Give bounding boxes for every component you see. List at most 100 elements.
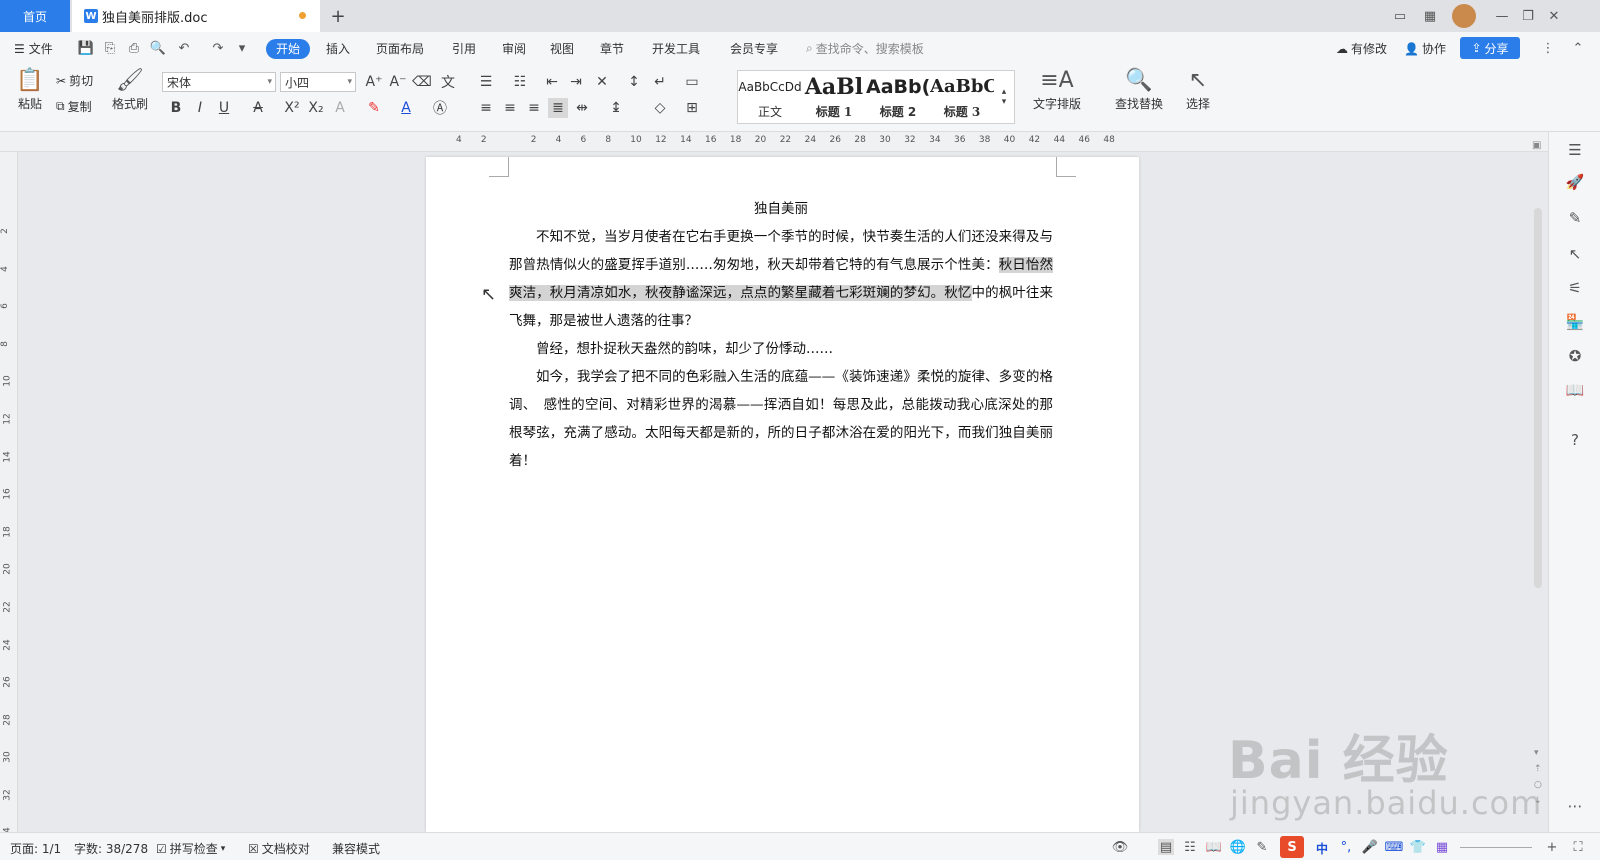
sort-icon[interactable]: ↕ bbox=[624, 72, 644, 92]
spell-check-button[interactable]: ☑ 拼写检查 ▾ bbox=[156, 840, 225, 857]
cut-button[interactable]: ✂ 剪切 bbox=[56, 72, 93, 89]
increase-indent-icon[interactable]: ⇥ bbox=[566, 72, 586, 92]
highlight-color-icon[interactable]: ✎ bbox=[364, 98, 384, 118]
menu-chapter[interactable]: 章节 bbox=[600, 39, 624, 59]
underline-icon[interactable]: U bbox=[214, 98, 234, 118]
close-icon[interactable]: ✕ bbox=[1544, 6, 1564, 26]
ime-punct-icon[interactable]: °, bbox=[1338, 839, 1354, 855]
word-count[interactable]: 字数: 38/278 bbox=[74, 840, 148, 857]
text-effect-icon[interactable]: A bbox=[330, 98, 350, 118]
font-name-select[interactable]: 宋体 bbox=[162, 72, 276, 92]
prev-page-icon[interactable]: ⇡ bbox=[1534, 764, 1542, 774]
rocket-icon[interactable]: 🚀 bbox=[1565, 172, 1585, 192]
new-tab-button[interactable]: + bbox=[326, 4, 350, 28]
style-normal[interactable]: AaBbCcDd 正文 bbox=[738, 71, 802, 123]
italic-icon[interactable]: I bbox=[190, 98, 210, 118]
clear-format-icon[interactable]: ⌫ bbox=[412, 72, 432, 92]
pointer-icon[interactable]: ↖ bbox=[1565, 244, 1585, 264]
web-view-icon[interactable]: 🌐 bbox=[1230, 839, 1246, 855]
style-heading-2[interactable]: AaBb( 标题 2 bbox=[866, 71, 930, 123]
shading-icon[interactable]: ◇ bbox=[650, 98, 670, 118]
line-spacing-icon[interactable]: ↨ bbox=[606, 98, 626, 118]
pen-icon[interactable]: ✎ bbox=[1565, 208, 1585, 228]
fullscreen-icon[interactable]: ⛶ bbox=[1570, 839, 1586, 855]
justify-icon[interactable]: ≣ bbox=[548, 98, 568, 118]
borders-icon[interactable]: ⊞ bbox=[682, 98, 702, 118]
file-menu[interactable]: ☰ 文件 bbox=[14, 39, 53, 59]
paste-button[interactable]: 📋 粘贴 bbox=[12, 68, 48, 112]
menu-start[interactable]: 开始 bbox=[266, 39, 311, 59]
panel-more-icon[interactable]: ⋯ bbox=[1565, 796, 1585, 816]
subscript-icon[interactable]: X₂ bbox=[306, 98, 326, 118]
align-left-icon[interactable]: ≡ bbox=[476, 98, 496, 118]
redo-icon[interactable]: ↷ bbox=[210, 40, 226, 56]
menu-member[interactable]: 会员专享 bbox=[730, 39, 778, 59]
reader-icon[interactable]: 📖 bbox=[1565, 380, 1585, 400]
tab-document[interactable]: W 独自美丽排版.doc bbox=[72, 0, 320, 32]
zoom-in-icon[interactable]: + bbox=[1544, 839, 1560, 855]
font-color-icon[interactable]: A bbox=[396, 98, 416, 118]
panel-menu-icon[interactable]: ☰ bbox=[1565, 140, 1585, 160]
menu-insert[interactable]: 插入 bbox=[326, 39, 350, 59]
styles-scroll-icon[interactable]: ▴ ▾ bbox=[996, 71, 1012, 123]
user-avatar[interactable] bbox=[1452, 4, 1476, 28]
menu-review[interactable]: 审阅 bbox=[502, 39, 526, 59]
sliders-icon[interactable]: ⚟ bbox=[1565, 278, 1585, 298]
grow-font-icon[interactable]: A⁺ bbox=[364, 72, 384, 92]
menu-view[interactable]: 视图 bbox=[550, 39, 574, 59]
select-button[interactable]: ↖ 选择 bbox=[1178, 68, 1218, 112]
decrease-indent-icon[interactable]: ⇤ bbox=[542, 72, 562, 92]
shrink-font-icon[interactable]: A⁻ bbox=[388, 72, 408, 92]
ime-language[interactable]: 中 bbox=[1316, 840, 1328, 857]
chinese-layout-icon[interactable]: ✕ bbox=[592, 72, 612, 92]
writing-mode-icon[interactable]: ✎ bbox=[1254, 839, 1270, 855]
eye-protection-icon[interactable]: 👁 bbox=[1112, 839, 1129, 855]
char-border-icon[interactable]: Ⓐ bbox=[430, 98, 450, 118]
collaborate-button[interactable]: 👤 协作 bbox=[1404, 39, 1446, 59]
keyboard-icon[interactable]: ⌨ bbox=[1385, 839, 1404, 855]
document-body[interactable]: 独自美丽 不知不觉，当岁月使者在它右手更换一个季节的时候，快节奏生活的人们还没来… bbox=[509, 195, 1054, 475]
doc-proof-button[interactable]: ☒ 文档校对 bbox=[248, 840, 310, 857]
ruler-toggle-icon[interactable]: ▭ bbox=[682, 72, 702, 92]
apps-grid-icon[interactable]: ▦ bbox=[1420, 6, 1440, 26]
text-layout-button[interactable]: ≡A 文字排版 bbox=[1026, 68, 1088, 112]
align-right-icon[interactable]: ≡ bbox=[524, 98, 544, 118]
sogou-ime-icon[interactable]: S bbox=[1280, 836, 1304, 858]
scrollbar-thumb[interactable] bbox=[1534, 208, 1542, 588]
phonetic-guide-icon[interactable]: 文 bbox=[438, 72, 458, 92]
outline-view-icon[interactable]: ☷ bbox=[1182, 839, 1198, 855]
scroll-down-icon[interactable]: ▾ bbox=[1534, 748, 1539, 758]
modified-indicator[interactable]: ☁ 有修改 bbox=[1336, 39, 1387, 59]
shop-icon[interactable]: 🏪 bbox=[1565, 312, 1585, 332]
page-view-icon[interactable]: ▤ bbox=[1158, 839, 1174, 855]
align-center-icon[interactable]: ≡ bbox=[500, 98, 520, 118]
more-icon[interactable]: ⋮ bbox=[1540, 40, 1556, 56]
zoom-slider[interactable] bbox=[1460, 847, 1532, 848]
menu-page-layout[interactable]: 页面布局 bbox=[376, 39, 424, 59]
tab-home[interactable]: 首页 bbox=[0, 0, 70, 32]
superscript-icon[interactable]: X² bbox=[282, 98, 302, 118]
horizontal-ruler[interactable]: 4 2 2 4 6 8 10 12 14 16 18 20 22 24 26 28 30 32 34 36 38 40 42… bbox=[0, 132, 1548, 152]
vertical-ruler[interactable]: 246810121416182022242628303234 bbox=[0, 152, 18, 838]
copy-button[interactable]: ⧉ 复制 bbox=[56, 98, 92, 115]
compass-icon[interactable]: ✪ bbox=[1565, 346, 1585, 366]
menu-dev-tools[interactable]: 开发工具 bbox=[652, 39, 700, 59]
minimize-icon[interactable]: — bbox=[1492, 6, 1512, 26]
ime-tools-icon[interactable]: ▦ bbox=[1434, 839, 1450, 855]
bullet-list-icon[interactable]: ☰ bbox=[476, 72, 496, 92]
restore-icon[interactable]: ❐ bbox=[1518, 6, 1538, 26]
microphone-icon[interactable]: 🎤 bbox=[1362, 839, 1378, 855]
reading-view-icon[interactable]: 📖 bbox=[1206, 839, 1222, 855]
scroll-top-icon[interactable]: ▣ bbox=[1532, 140, 1541, 151]
find-replace-button[interactable]: 🔍 查找替换 bbox=[1108, 68, 1170, 112]
strikethrough-icon[interactable]: A bbox=[248, 98, 268, 118]
distribute-icon[interactable]: ⇹ bbox=[572, 98, 592, 118]
undo-icon[interactable]: ↶ bbox=[176, 40, 192, 56]
customize-chevron-icon[interactable]: ▾ bbox=[234, 40, 250, 56]
collapse-ribbon-icon[interactable]: ⌃ bbox=[1570, 40, 1586, 56]
vertical-scrollbar[interactable]: ▣ ▾ ⇡ ○ ⇣ bbox=[1530, 140, 1546, 830]
document-page[interactable]: 独自美丽 不知不觉，当岁月使者在它右手更换一个季节的时候，快节奏生活的人们还没来… bbox=[426, 157, 1139, 832]
layout-switch-icon[interactable]: ▭ bbox=[1388, 6, 1412, 26]
numbered-list-icon[interactable]: ☷ bbox=[510, 72, 530, 92]
export-pdf-icon[interactable]: ⎘ bbox=[102, 40, 118, 56]
